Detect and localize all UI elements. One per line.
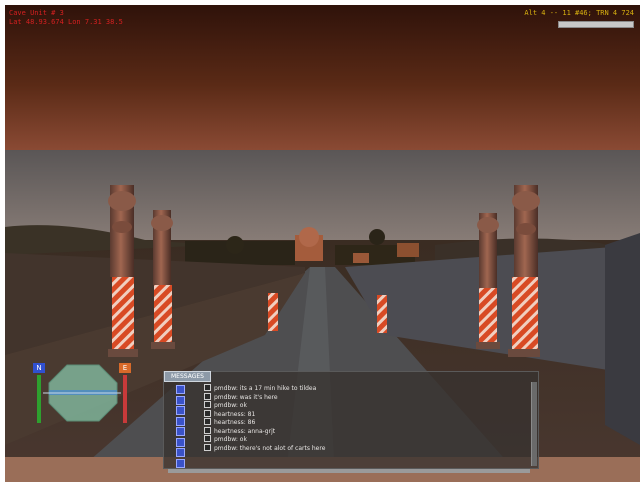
pillar-left-far <box>268 293 278 331</box>
chat-user-icon[interactable] <box>176 458 185 468</box>
hud-progress-bar <box>558 21 634 28</box>
chat-user-icon[interactable] <box>176 427 185 436</box>
chat-scrollbar[interactable] <box>531 382 537 466</box>
pillar-right-far <box>377 295 387 333</box>
chat-message: pmdbw: was it's here <box>204 393 524 402</box>
hud-status-top-left: Cave Unit # 3 Lat 48.93.674 Lon 7.31 38.… <box>9 9 123 27</box>
chat-message: pmdbw: there's not alot of carts here <box>204 444 524 453</box>
chat-user-icon[interactable] <box>176 406 185 415</box>
chat-message: pmdbw: its a 17 min hike to tildea <box>204 384 524 393</box>
hud-line: Lat 48.93.674 Lon 7.31 38.5 <box>9 18 123 26</box>
chat-input-bar[interactable] <box>168 469 530 473</box>
chat-user-icon[interactable] <box>176 395 185 405</box>
hud-line: Cave Unit # 3 <box>9 9 64 17</box>
pillar-right-mid <box>476 213 500 349</box>
right-wall-end <box>605 233 640 445</box>
chat-message: heartness: 81 <box>204 410 524 419</box>
chat-user-icon[interactable] <box>176 385 185 394</box>
chat-user-icon[interactable] <box>176 448 185 457</box>
compass-graphic <box>37 364 127 423</box>
chat-message: pmdbw: ok <box>204 401 524 410</box>
compass-marker-right: E <box>119 363 131 373</box>
chat-message: heartness: anna-grjt <box>204 427 524 436</box>
chat-panel[interactable]: MESSAGES pmdbw: its a 17 min hike to til… <box>163 371 539 473</box>
pillar-left-near <box>108 185 138 357</box>
compass-radar[interactable]: N E <box>33 357 133 427</box>
chat-message-list: pmdbw: its a 17 min hike to tildea pmdbw… <box>204 384 524 452</box>
chat-message: pmdbw: ok <box>204 435 524 444</box>
chat-message: heartness: 86 <box>204 418 524 427</box>
game-viewport[interactable]: Cave Unit # 3 Lat 48.93.674 Lon 7.31 38.… <box>5 5 640 482</box>
chat-icon-column <box>176 385 185 469</box>
chat-user-icon[interactable] <box>176 437 185 447</box>
hud-status-top-right: Alt 4 -- 11 #46; TRN 4 724 <box>524 9 634 17</box>
chat-user-icon[interactable] <box>176 416 185 426</box>
chat-tab[interactable]: MESSAGES <box>164 371 211 382</box>
compass-marker-left: N <box>33 363 45 373</box>
